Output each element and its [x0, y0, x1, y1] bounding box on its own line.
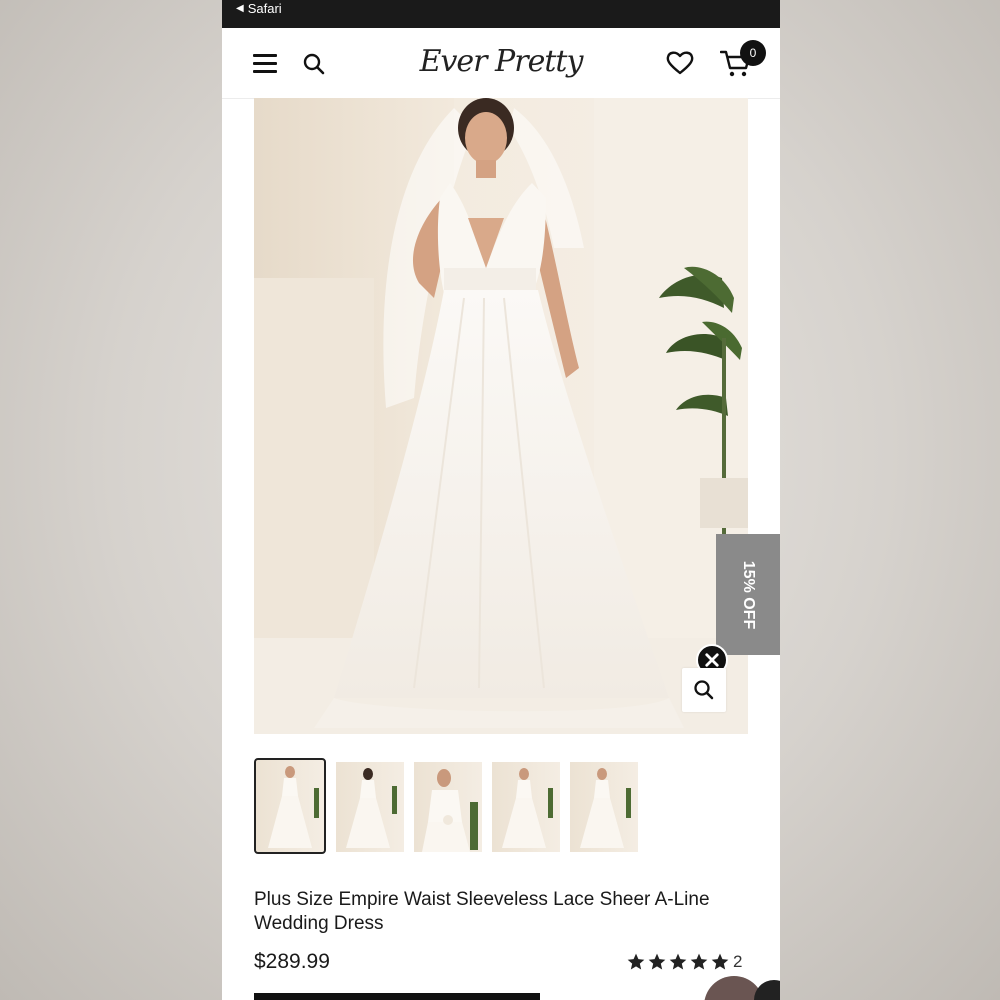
thumbnail-gallery	[254, 758, 654, 858]
promo-discount-tab[interactable]: 15% OFF	[716, 534, 780, 655]
product-page: ◀ Safari Ever Pretty 0 15% OFF Plus Size…	[222, 0, 780, 1000]
back-to-app-label[interactable]: Safari	[248, 1, 282, 16]
product-price: $289.99	[254, 950, 330, 973]
thumbnail-1[interactable]	[254, 758, 326, 854]
status-bar: ◀ Safari	[222, 0, 780, 28]
star-icon	[690, 953, 708, 970]
zoom-button[interactable]	[682, 668, 726, 712]
star-icon	[711, 953, 729, 970]
thumbnail-3[interactable]	[414, 762, 482, 852]
thumbnail-5[interactable]	[570, 762, 638, 852]
add-to-cart-button[interactable]	[254, 993, 540, 1000]
brand-logo[interactable]: Ever Pretty	[222, 44, 780, 79]
star-icon	[669, 953, 687, 970]
cart-count-badge[interactable]: 0	[740, 40, 766, 66]
product-title: Plus Size Empire Waist Sleeveless Lace S…	[254, 889, 710, 934]
star-icon	[648, 953, 666, 970]
star-icon	[627, 953, 645, 970]
promo-label: 15% OFF	[740, 560, 757, 629]
thumbnail-4[interactable]	[492, 762, 560, 852]
product-main-image[interactable]	[254, 98, 748, 734]
review-count: 2	[733, 952, 743, 971]
thumbnail-2[interactable]	[336, 762, 404, 852]
site-header: Ever Pretty 0	[222, 28, 780, 99]
product-rating[interactable]: 2	[626, 950, 742, 974]
support-icon[interactable]	[754, 980, 780, 1000]
heart-icon[interactable]	[666, 50, 694, 76]
back-to-app-icon[interactable]: ◀	[236, 3, 244, 14]
zoom-search-icon	[694, 680, 714, 700]
